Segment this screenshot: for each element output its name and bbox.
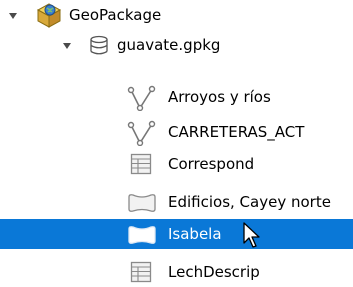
tree-item-label: GeoPackage <box>69 6 162 24</box>
tree-item-layer[interactable]: CARRETERAS_ACT <box>0 117 353 147</box>
table-layer-icon <box>130 153 152 175</box>
polygon-layer-icon <box>128 226 156 244</box>
tree-item-gpkg-file[interactable]: guavate.gpkg <box>0 30 353 60</box>
tree-item-label: LechDescrip <box>168 263 260 281</box>
line-layer-icon <box>127 85 156 111</box>
tree-item-label: Correspond <box>168 155 255 173</box>
tree-item-label: Arroyos y ríos <box>168 88 271 106</box>
table-layer-icon <box>130 261 152 283</box>
polygon-layer-icon <box>128 194 156 212</box>
line-layer-icon <box>127 120 156 146</box>
tree-item-layer[interactable]: Edificios, Cayey norte <box>0 187 353 217</box>
tree-item-layer[interactable]: Arroyos y ríos <box>0 82 353 112</box>
tree-item-layer[interactable]: LechDescrip <box>0 257 353 287</box>
tree-item-layer[interactable]: Correspond <box>0 149 353 179</box>
tree-item-layer-selected[interactable]: Isabela <box>0 219 353 249</box>
tree-item-geopackage[interactable]: GeoPackage <box>0 0 353 30</box>
database-icon <box>90 35 108 55</box>
tree-item-label: Edificios, Cayey norte <box>168 193 331 211</box>
tree-item-label: guavate.gpkg <box>117 36 221 54</box>
geopackage-icon <box>36 3 62 28</box>
mouse-cursor-icon <box>243 222 260 248</box>
tree-item-label: Isabela <box>168 225 222 243</box>
expand-arrow-icon[interactable] <box>8 11 18 21</box>
expand-arrow-icon[interactable] <box>62 41 72 51</box>
tree-item-label: CARRETERAS_ACT <box>168 123 305 141</box>
